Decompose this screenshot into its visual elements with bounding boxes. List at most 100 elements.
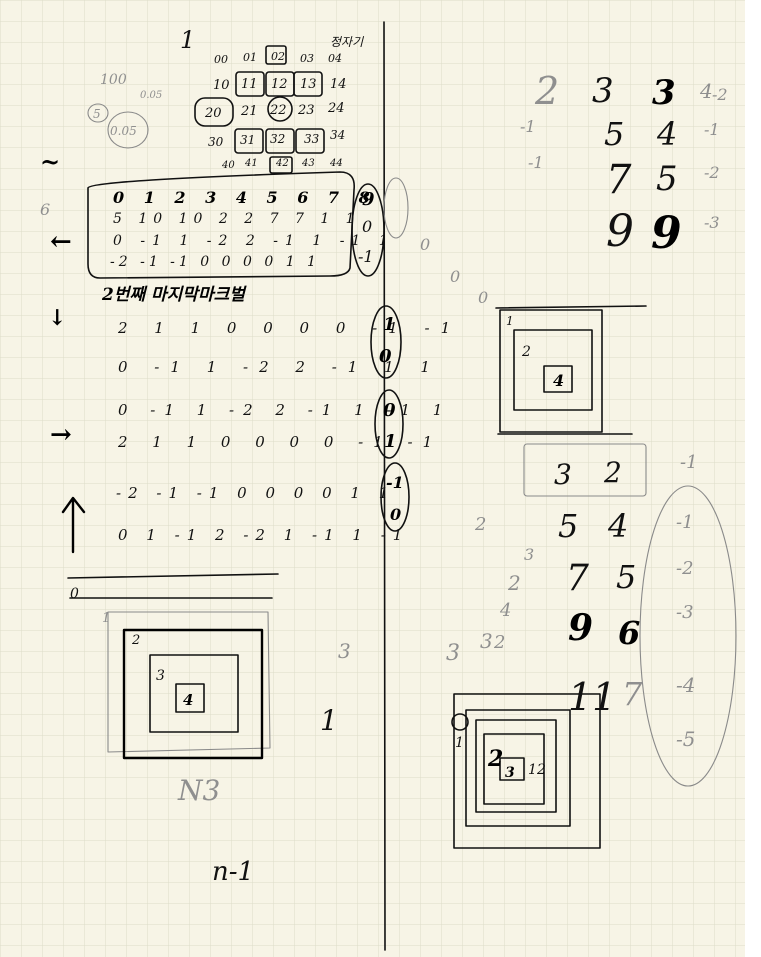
grid-cell: 30: [208, 135, 224, 149]
right-oval-value: -4: [676, 673, 695, 697]
right-side-number: 3: [446, 641, 460, 666]
right-square-label: 1: [506, 314, 514, 328]
right-circle-value: 0: [383, 400, 396, 421]
bottom-left-three: 3: [338, 639, 351, 663]
right-table-cell: 5: [616, 558, 636, 596]
grid-cell: 42: [275, 158, 289, 169]
rb-label: 2: [487, 746, 503, 772]
down-circle-value: 1: [383, 314, 396, 335]
grid-cell: 21: [240, 104, 258, 119]
right-table-cell: 2: [603, 456, 622, 489]
right-top-cell: 4: [699, 79, 713, 103]
right-side-mark: -1: [520, 117, 536, 136]
right-top-cell: 3: [652, 73, 676, 113]
title-scribble: 정자기: [330, 35, 364, 49]
grid-cell: 43: [301, 158, 315, 169]
up-row: -2 -1 -1 0 0 0 0 1 1: [116, 484, 395, 502]
right-top-cell: 4: [656, 115, 677, 153]
scale-label: 100: [100, 72, 127, 88]
square-label: 3: [156, 668, 165, 684]
page-right-margin: [745, 0, 761, 957]
right-top-cell: 5: [656, 159, 678, 199]
up-row: 0 1 -1 2 -2 1 -1 1 -1: [118, 526, 409, 544]
rb-label: 1: [528, 762, 537, 778]
right-zero: 0: [420, 235, 430, 254]
right-circle-value: 1: [384, 431, 397, 452]
down-circle-value: 0: [379, 346, 392, 367]
right-oval-value: -1: [676, 512, 694, 533]
grid-cell: 13: [300, 77, 317, 92]
grid-cell: 03: [300, 52, 314, 65]
right-table-cell: 9: [568, 607, 593, 649]
right-side-mark: -1: [704, 120, 720, 139]
right-side-number: 2: [474, 514, 486, 535]
rb-label: 2: [536, 762, 546, 778]
right-side-number: 3: [480, 629, 493, 653]
left-arrow-icon: ←: [50, 227, 72, 257]
right-top-cell: 9: [651, 208, 682, 259]
grid-cell: 33: [304, 132, 320, 146]
grid-cell: 31: [240, 133, 255, 147]
down-arrow-icon: ↓: [48, 305, 66, 331]
circle-005: 0.05: [110, 124, 137, 138]
right-top-cell: 5: [604, 115, 624, 153]
bottom-left-one: 1: [320, 704, 338, 737]
grid-cell: 40: [221, 160, 235, 171]
right-zero: 0: [450, 267, 460, 286]
right-side-number: 3: [524, 545, 534, 564]
right-table-cell: 5: [558, 507, 578, 545]
rb-label: 3: [505, 765, 515, 781]
right-side-number: 4: [499, 600, 511, 621]
notebook-page: 1 정자기 100 0.05 5 0.05 00 01 02 03 04 10 …: [0, 0, 761, 957]
right-oval-value: -1: [680, 452, 698, 473]
scale-small-label: 0.05: [140, 90, 162, 101]
right-side-number: 2: [493, 632, 505, 653]
grid-cell: 32: [270, 132, 285, 146]
korean-heading: 2번째 마지막마크벌: [101, 285, 247, 305]
right-zero: 0: [478, 288, 488, 307]
boxed-rows-block: 0 1 2 3 4 5 6 7 8 5 10 10 2 2 7 7 1 1 0 …: [87, 171, 409, 279]
bottom-left-formula: n-1: [212, 857, 254, 887]
bottom-left-n3: N3: [177, 774, 220, 807]
grid-cell: 04: [328, 52, 342, 65]
right-square-label: 4: [553, 371, 564, 390]
boxed-circle-value: 0: [362, 217, 372, 236]
boxed-row: 5 10 10 2 2 7 7 1 1: [113, 211, 361, 227]
grid-cell: 23: [297, 103, 315, 118]
grid-cell: 34: [330, 128, 345, 142]
grid-cell: 02: [271, 50, 285, 63]
boxed-circle-value: 9: [362, 189, 375, 210]
up-circle-value: 0: [390, 505, 401, 524]
direction-tilde: ~: [40, 147, 60, 176]
grid-cell: 10: [213, 78, 230, 93]
right-table-cell: 11: [568, 675, 616, 719]
grid-cell: 14: [330, 77, 347, 92]
grid-cell: 12: [271, 77, 288, 92]
boxed-row: -2 -1 -1 0 0 0 0 1 1: [110, 254, 320, 270]
right-square-label: 2: [521, 344, 531, 360]
grid-cell: 00: [214, 53, 228, 66]
grid-cell: 22: [269, 103, 287, 118]
right-side-number: 2: [507, 571, 521, 595]
right-oval-value: -5: [676, 727, 695, 751]
right-table-cell: 6: [618, 614, 640, 652]
right-side-mark: -1: [528, 153, 544, 172]
circle-five: 5: [93, 107, 101, 121]
square-label: 1: [102, 611, 110, 626]
right-table-cell: 3: [554, 458, 572, 491]
graph-paper-grid: [0, 0, 745, 957]
right-table-cell: 7: [622, 675, 643, 713]
bottom-left-zero: 0: [70, 586, 79, 602]
right-side-mark: -2: [704, 163, 720, 182]
grid-cell: 44: [329, 158, 343, 169]
right-top-cell: 3: [592, 71, 614, 111]
right-top-cell: 2: [534, 69, 559, 113]
right-side-mark: -3: [704, 213, 720, 232]
square-label: 2: [131, 633, 140, 648]
boxed-circle-value: -1: [358, 247, 374, 266]
down-row: 2 1 1 0 0 0 0 -1 -1: [117, 319, 461, 337]
mark-one: 1: [180, 26, 195, 54]
right-oval-value: -3: [676, 602, 694, 623]
right-table-cell: 7: [566, 558, 589, 599]
right-arrow-icon: →: [50, 420, 72, 450]
